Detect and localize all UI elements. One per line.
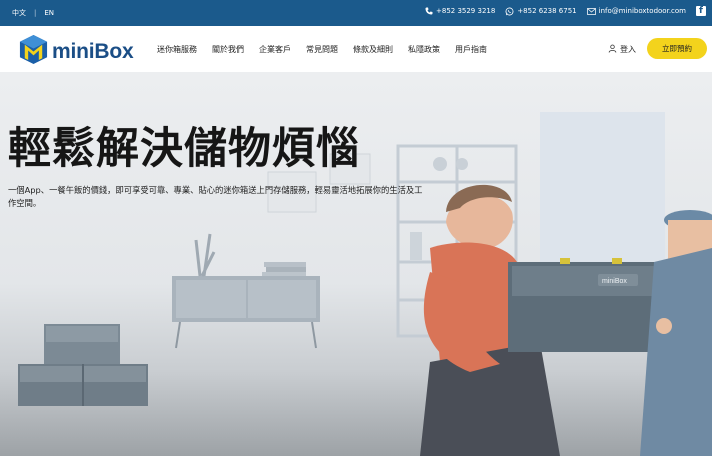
login-link[interactable]: 登入 [608, 44, 636, 55]
whatsapp-icon [505, 7, 514, 16]
nav-item-guide[interactable]: 用戶指南 [455, 44, 487, 55]
phone-number: +852 3529 3218 [436, 7, 496, 15]
top-bar: 中文 | EN +852 3529 3218 +852 6238 6751 in… [0, 0, 712, 26]
nav-item-services[interactable]: 迷你箱服務 [157, 44, 197, 55]
hero-title: 輕鬆解決儲物煩惱 [8, 124, 360, 174]
logo-text: miniBox [52, 39, 134, 63]
box-brand-label: miniBox [602, 278, 627, 285]
email-contact[interactable]: info@miniboxtodoor.com [586, 7, 686, 15]
language-switch: 中文 | EN [12, 8, 54, 18]
mail-icon [586, 7, 596, 15]
phone-contact[interactable]: +852 3529 3218 [425, 7, 495, 15]
hero-subtitle: 一個App、一餐午飯的價錢，即可享受可靠、專業、貼心的迷你箱送上門存儲服務，輕易… [8, 185, 423, 208]
login-label: 登入 [620, 45, 636, 54]
whatsapp-contact[interactable]: +852 6238 6751 [505, 7, 577, 16]
logo-box-icon [18, 34, 49, 69]
storage-box-stack [18, 324, 148, 406]
book-now-button[interactable]: 立即預約 [647, 38, 707, 59]
carried-box: miniBox [508, 258, 668, 352]
phone-icon [425, 7, 433, 15]
main-navbar: miniBox 迷你箱服務 關於我們 企業客戶 常見問題 條款及細則 私隱政策 … [0, 26, 712, 72]
contact-info: +852 3529 3218 +852 6238 6751 info@minib… [425, 6, 706, 16]
user-icon [608, 44, 617, 55]
nav-item-faq[interactable]: 常見問題 [306, 44, 338, 55]
hero-section: miniBox 輕鬆解決儲物煩惱 一個App、一餐午飯的價錢，即可享受可靠、專業… [0, 72, 712, 456]
nav-item-about[interactable]: 關於我們 [212, 44, 244, 55]
nav-item-corporate[interactable]: 企業客戶 [259, 44, 291, 55]
nav-item-terms[interactable]: 條款及細則 [353, 44, 393, 55]
email-address: info@miniboxtodoor.com [598, 7, 686, 15]
main-menu: 迷你箱服務 關於我們 企業客戶 常見問題 條款及細則 私隱政策 用戶指南 [157, 44, 487, 55]
nav-item-privacy[interactable]: 私隱政策 [408, 44, 440, 55]
facebook-icon[interactable]: f [696, 6, 706, 16]
lang-en-link[interactable]: EN [44, 9, 54, 17]
whatsapp-number: +852 6238 6751 [517, 7, 577, 15]
lang-separator: | [34, 9, 37, 17]
site-logo[interactable]: miniBox [18, 34, 134, 69]
lang-zh-link[interactable]: 中文 [12, 8, 26, 18]
